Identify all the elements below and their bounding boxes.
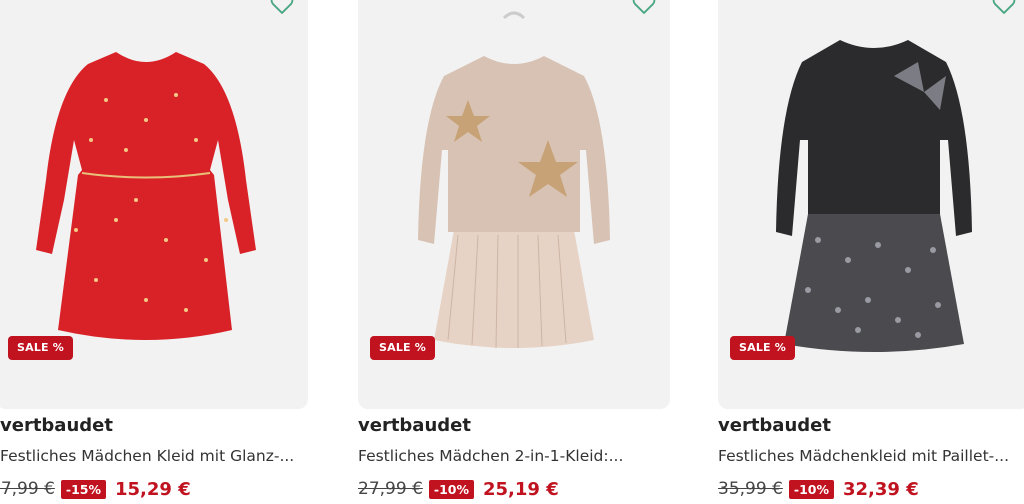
discount-badge: -10%	[788, 479, 834, 499]
old-price: 27,99 €	[358, 479, 423, 499]
sale-badge: SALE %	[370, 336, 436, 360]
sale-badge: SALE %	[8, 336, 74, 360]
product-title[interactable]: Festliches Mädchenkleid mit Paillet-...	[718, 447, 1009, 465]
brand-name: vertbaudet	[358, 415, 471, 436]
sale-price: 32,39 €	[843, 478, 919, 500]
brand-name: vertbaudet	[0, 415, 113, 436]
heart-outline-icon[interactable]	[630, 0, 658, 17]
heart-outline-icon[interactable]	[268, 0, 296, 17]
price-row: 17,99 € -15% 15,29 €	[0, 477, 191, 501]
sale-badge: SALE %	[730, 336, 796, 360]
product-card[interactable]: SALE % vertbaudet Festliches Mädchen Kle…	[0, 0, 308, 504]
product-card[interactable]: SALE % vertbaudet Festliches Mädchenklei…	[718, 0, 1024, 504]
price-row: 27,99 € -10% 25,19 €	[358, 477, 559, 501]
product-image[interactable]: SALE %	[0, 0, 308, 409]
product-image[interactable]: SALE %	[358, 0, 670, 409]
product-title[interactable]: Festliches Mädchen 2-in-1-Kleid:...	[358, 447, 623, 465]
sale-price: 25,19 €	[483, 478, 559, 500]
brand-name: vertbaudet	[718, 415, 831, 436]
product-card[interactable]: SALE % vertbaudet Festliches Mädchen 2-i…	[358, 0, 670, 504]
product-image[interactable]: SALE %	[718, 0, 1024, 409]
sale-price: 15,29 €	[115, 478, 191, 500]
old-price: 35,99 €	[718, 479, 783, 499]
old-price: 17,99 €	[0, 479, 55, 499]
discount-badge: -10%	[428, 479, 474, 499]
heart-outline-icon[interactable]	[990, 0, 1018, 17]
discount-badge: -15%	[60, 479, 106, 499]
product-title[interactable]: Festliches Mädchen Kleid mit Glanz-...	[0, 447, 294, 465]
price-row: 35,99 € -10% 32,39 €	[718, 477, 919, 501]
